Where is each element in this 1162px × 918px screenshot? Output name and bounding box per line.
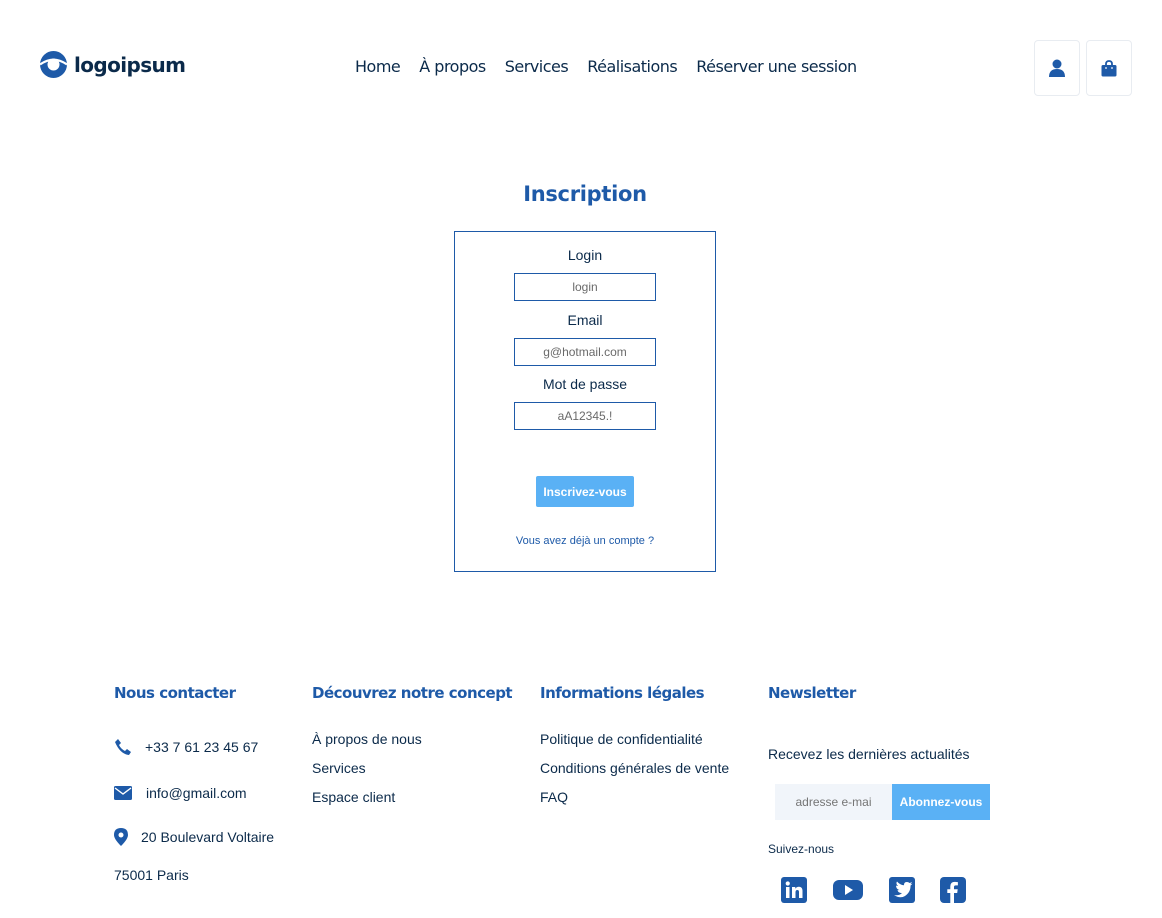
footer-link-privacy[interactable]: Politique de confidentialité bbox=[540, 731, 703, 747]
footer-link-terms[interactable]: Conditions générales de vente bbox=[540, 760, 729, 776]
password-label: Mot de passe bbox=[542, 376, 628, 392]
contact-address-line1: 20 Boulevard Voltaire bbox=[141, 829, 275, 845]
facebook-icon[interactable] bbox=[940, 877, 966, 903]
nav-realisations[interactable]: Réalisations bbox=[587, 57, 678, 76]
password-input[interactable] bbox=[514, 402, 656, 430]
newsletter-text: Recevez les dernières actualités bbox=[768, 746, 970, 762]
nav-about[interactable]: À propos bbox=[419, 57, 486, 76]
footer-link-client-space[interactable]: Espace client bbox=[312, 789, 395, 805]
subscribe-button[interactable]: Abonnez-vous bbox=[892, 784, 990, 820]
footer-contact-heading: Nous contacter bbox=[114, 684, 236, 702]
nav-book-session[interactable]: Réserver une session bbox=[696, 57, 857, 76]
signup-form: Login Email Mot de passe Inscrivez-vous … bbox=[454, 231, 716, 572]
email-input[interactable] bbox=[514, 338, 656, 366]
contact-email[interactable]: info@gmail.com bbox=[114, 785, 247, 801]
logo-text: logoipsum bbox=[74, 52, 186, 77]
shopping-bag-icon bbox=[1101, 59, 1117, 76]
footer-link-services[interactable]: Services bbox=[312, 760, 366, 776]
login-label: Login bbox=[567, 247, 603, 263]
main-nav: Home À propos Services Réalisations Rése… bbox=[355, 57, 876, 76]
envelope-icon bbox=[114, 786, 132, 800]
login-input[interactable] bbox=[514, 273, 656, 301]
cart-button[interactable] bbox=[1086, 40, 1132, 96]
youtube-icon[interactable] bbox=[833, 877, 863, 903]
user-icon bbox=[1049, 59, 1065, 77]
linkedin-icon[interactable] bbox=[781, 877, 807, 903]
email-label: Email bbox=[567, 312, 603, 328]
logo-icon bbox=[40, 51, 67, 78]
nav-services[interactable]: Services bbox=[505, 57, 569, 76]
contact-phone-text: +33 7 61 23 45 67 bbox=[145, 739, 259, 755]
footer-concept-heading: Découvrez notre concept bbox=[312, 684, 513, 702]
contact-address-line2: 75001 Paris bbox=[114, 867, 189, 883]
newsletter-email-input[interactable] bbox=[775, 784, 892, 820]
contact-email-text: info@gmail.com bbox=[146, 785, 247, 801]
footer-link-about[interactable]: À propos de nous bbox=[312, 731, 422, 747]
footer-newsletter-heading: Newsletter bbox=[768, 684, 856, 702]
footer-link-faq[interactable]: FAQ bbox=[540, 789, 568, 805]
contact-phone[interactable]: +33 7 61 23 45 67 bbox=[114, 738, 258, 756]
phone-icon bbox=[115, 739, 131, 755]
account-button[interactable] bbox=[1034, 40, 1080, 96]
logo[interactable]: logoipsum bbox=[40, 51, 186, 78]
signup-button[interactable]: Inscrivez-vous bbox=[536, 476, 634, 507]
existing-account-link[interactable]: Vous avez déjà un compte ? bbox=[455, 535, 715, 547]
page-title: Inscription bbox=[523, 182, 647, 206]
twitter-icon[interactable] bbox=[889, 877, 915, 903]
nav-home[interactable]: Home bbox=[355, 57, 401, 76]
map-pin-icon bbox=[114, 828, 128, 846]
follow-label: Suivez-nous bbox=[768, 842, 835, 856]
footer-legal-heading: Informations légales bbox=[540, 684, 705, 702]
contact-address: 20 Boulevard Voltaire bbox=[114, 828, 274, 846]
